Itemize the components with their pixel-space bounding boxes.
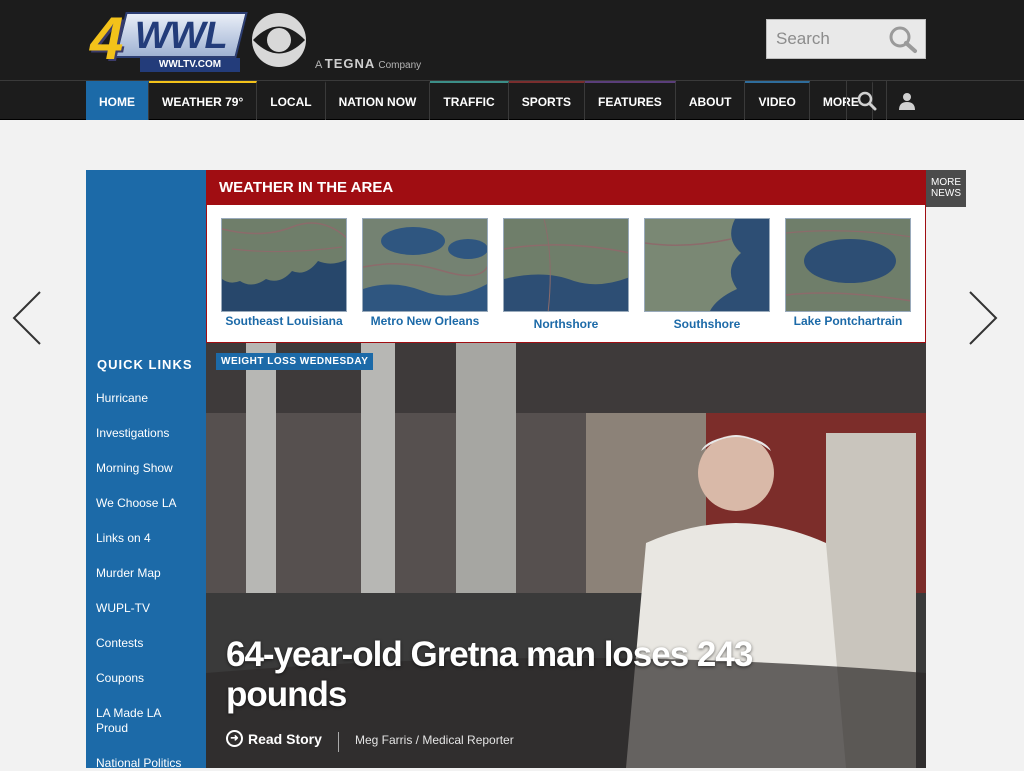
nav-search-button[interactable] (846, 81, 886, 120)
nav-item-traffic[interactable]: TRAFFIC (430, 81, 509, 120)
story-category-tag[interactable]: WEIGHT LOSS WEDNESDAY (216, 353, 374, 370)
weather-map-label: Metro New Orleans (370, 314, 480, 328)
nav-item-about[interactable]: ABOUT (676, 81, 746, 120)
read-story-link[interactable]: ➜ Read Story (226, 730, 322, 747)
tagline-suffix: Company (378, 60, 422, 71)
quick-link-murder-map[interactable]: Murder Map (96, 566, 196, 581)
map-image (786, 219, 910, 311)
more-news-line-1: MORE (931, 177, 961, 188)
more-news-button[interactable]: MORE NEWS (926, 170, 966, 207)
weather-map-label: Lake Pontchartrain (793, 314, 903, 328)
nav-item-nation-now[interactable]: NATION NOW (326, 81, 431, 120)
quick-link-contests[interactable]: Contests (96, 636, 196, 651)
arrow-right-circle-icon: ➜ (226, 730, 243, 747)
map-thumbnail (644, 218, 770, 312)
nav-items: HOME WEATHER 79° LOCAL NATION NOW TRAFFI… (86, 81, 873, 120)
previous-arrow-icon[interactable] (12, 290, 42, 346)
quick-link-we-choose-la[interactable]: We Choose LA (96, 496, 196, 511)
read-story-label: Read Story (248, 730, 322, 747)
quick-links-title: QUICK LINKS (97, 357, 193, 372)
search-icon[interactable] (887, 24, 919, 54)
nav-user-button[interactable] (886, 81, 926, 120)
nav-item-home[interactable]: HOME (86, 81, 149, 120)
map-thumbnail (221, 218, 347, 312)
map-image (504, 219, 628, 311)
tegna-tagline: A TEGNA Company (315, 56, 421, 71)
tagline-brand: TEGNA (324, 56, 376, 71)
main-nav: HOME WEATHER 79° LOCAL NATION NOW TRAFFI… (0, 80, 1024, 120)
logo-number: 4 (90, 5, 124, 72)
logo-letters-box: WWL (114, 12, 248, 58)
weather-map-northshore[interactable]: Northshore (503, 218, 629, 331)
weather-map-southeast-louisiana[interactable]: Southeast Louisiana (221, 218, 347, 328)
map-image (222, 219, 346, 311)
weather-map-label: Northshore (533, 317, 599, 331)
weather-map-label: Southshore (673, 317, 741, 331)
weather-map-label: Southeast Louisiana (225, 314, 343, 328)
cbs-eye-logo (252, 13, 306, 67)
more-news-line-2: NEWS (931, 188, 961, 199)
hero-story[interactable]: WEIGHT LOSS WEDNESDAY 64-year-old Gretna… (206, 343, 926, 768)
search-input[interactable] (767, 20, 887, 58)
site-header: WWL 4 WWLTV.COM A TEGNA Company (0, 0, 1024, 80)
story-byline: Meg Farris / Medical Reporter (338, 732, 514, 752)
map-image (363, 219, 487, 311)
story-headline[interactable]: 64-year-old Gretna man loses 243 pounds (226, 635, 826, 715)
quick-links-sidebar: QUICK LINKS Hurricane Investigations Mor… (86, 170, 206, 771)
quick-link-wupl-tv[interactable]: WUPL-TV (96, 601, 196, 616)
quick-link-national-politics[interactable]: National Politics (96, 756, 196, 771)
logo-letters: WWL (134, 15, 227, 57)
nav-item-weather[interactable]: WEATHER 79° (149, 81, 258, 120)
weather-map-lake-pontchartrain[interactable]: Lake Pontchartrain (785, 218, 911, 328)
nav-item-local[interactable]: LOCAL (257, 81, 326, 120)
nav-item-sports[interactable]: SPORTS (508, 81, 586, 120)
map-thumbnail (362, 218, 488, 312)
quick-link-coupons[interactable]: Coupons (96, 671, 196, 686)
search-box (766, 19, 926, 59)
nav-item-video[interactable]: VIDEO (745, 81, 810, 120)
map-thumbnail (785, 218, 911, 312)
quick-link-hurricane[interactable]: Hurricane (96, 391, 196, 406)
logo-domain: WWLTV.COM (140, 58, 240, 72)
tagline-prefix: A (315, 59, 322, 71)
weather-panel-title: WEATHER IN THE AREA (207, 170, 925, 205)
next-arrow-icon[interactable] (968, 290, 998, 346)
map-image (645, 219, 769, 311)
quick-link-la-made-la-proud[interactable]: LA Made LA Proud (96, 706, 196, 736)
quick-link-links-on-4[interactable]: Links on 4 (96, 531, 196, 546)
user-icon (898, 92, 915, 110)
map-thumbnail (503, 218, 629, 312)
wwl-logo[interactable]: WWL 4 WWLTV.COM (90, 5, 248, 72)
search-icon (857, 91, 876, 110)
weather-map-southshore[interactable]: Southshore (644, 218, 770, 331)
weather-map-metro-new-orleans[interactable]: Metro New Orleans (362, 218, 488, 328)
weather-panel: WEATHER IN THE AREA Southeast Louisiana … (206, 170, 926, 343)
quick-link-investigations[interactable]: Investigations (96, 426, 196, 441)
quick-link-morning-show[interactable]: Morning Show (96, 461, 196, 476)
nav-item-features[interactable]: FEATURES (585, 81, 676, 120)
